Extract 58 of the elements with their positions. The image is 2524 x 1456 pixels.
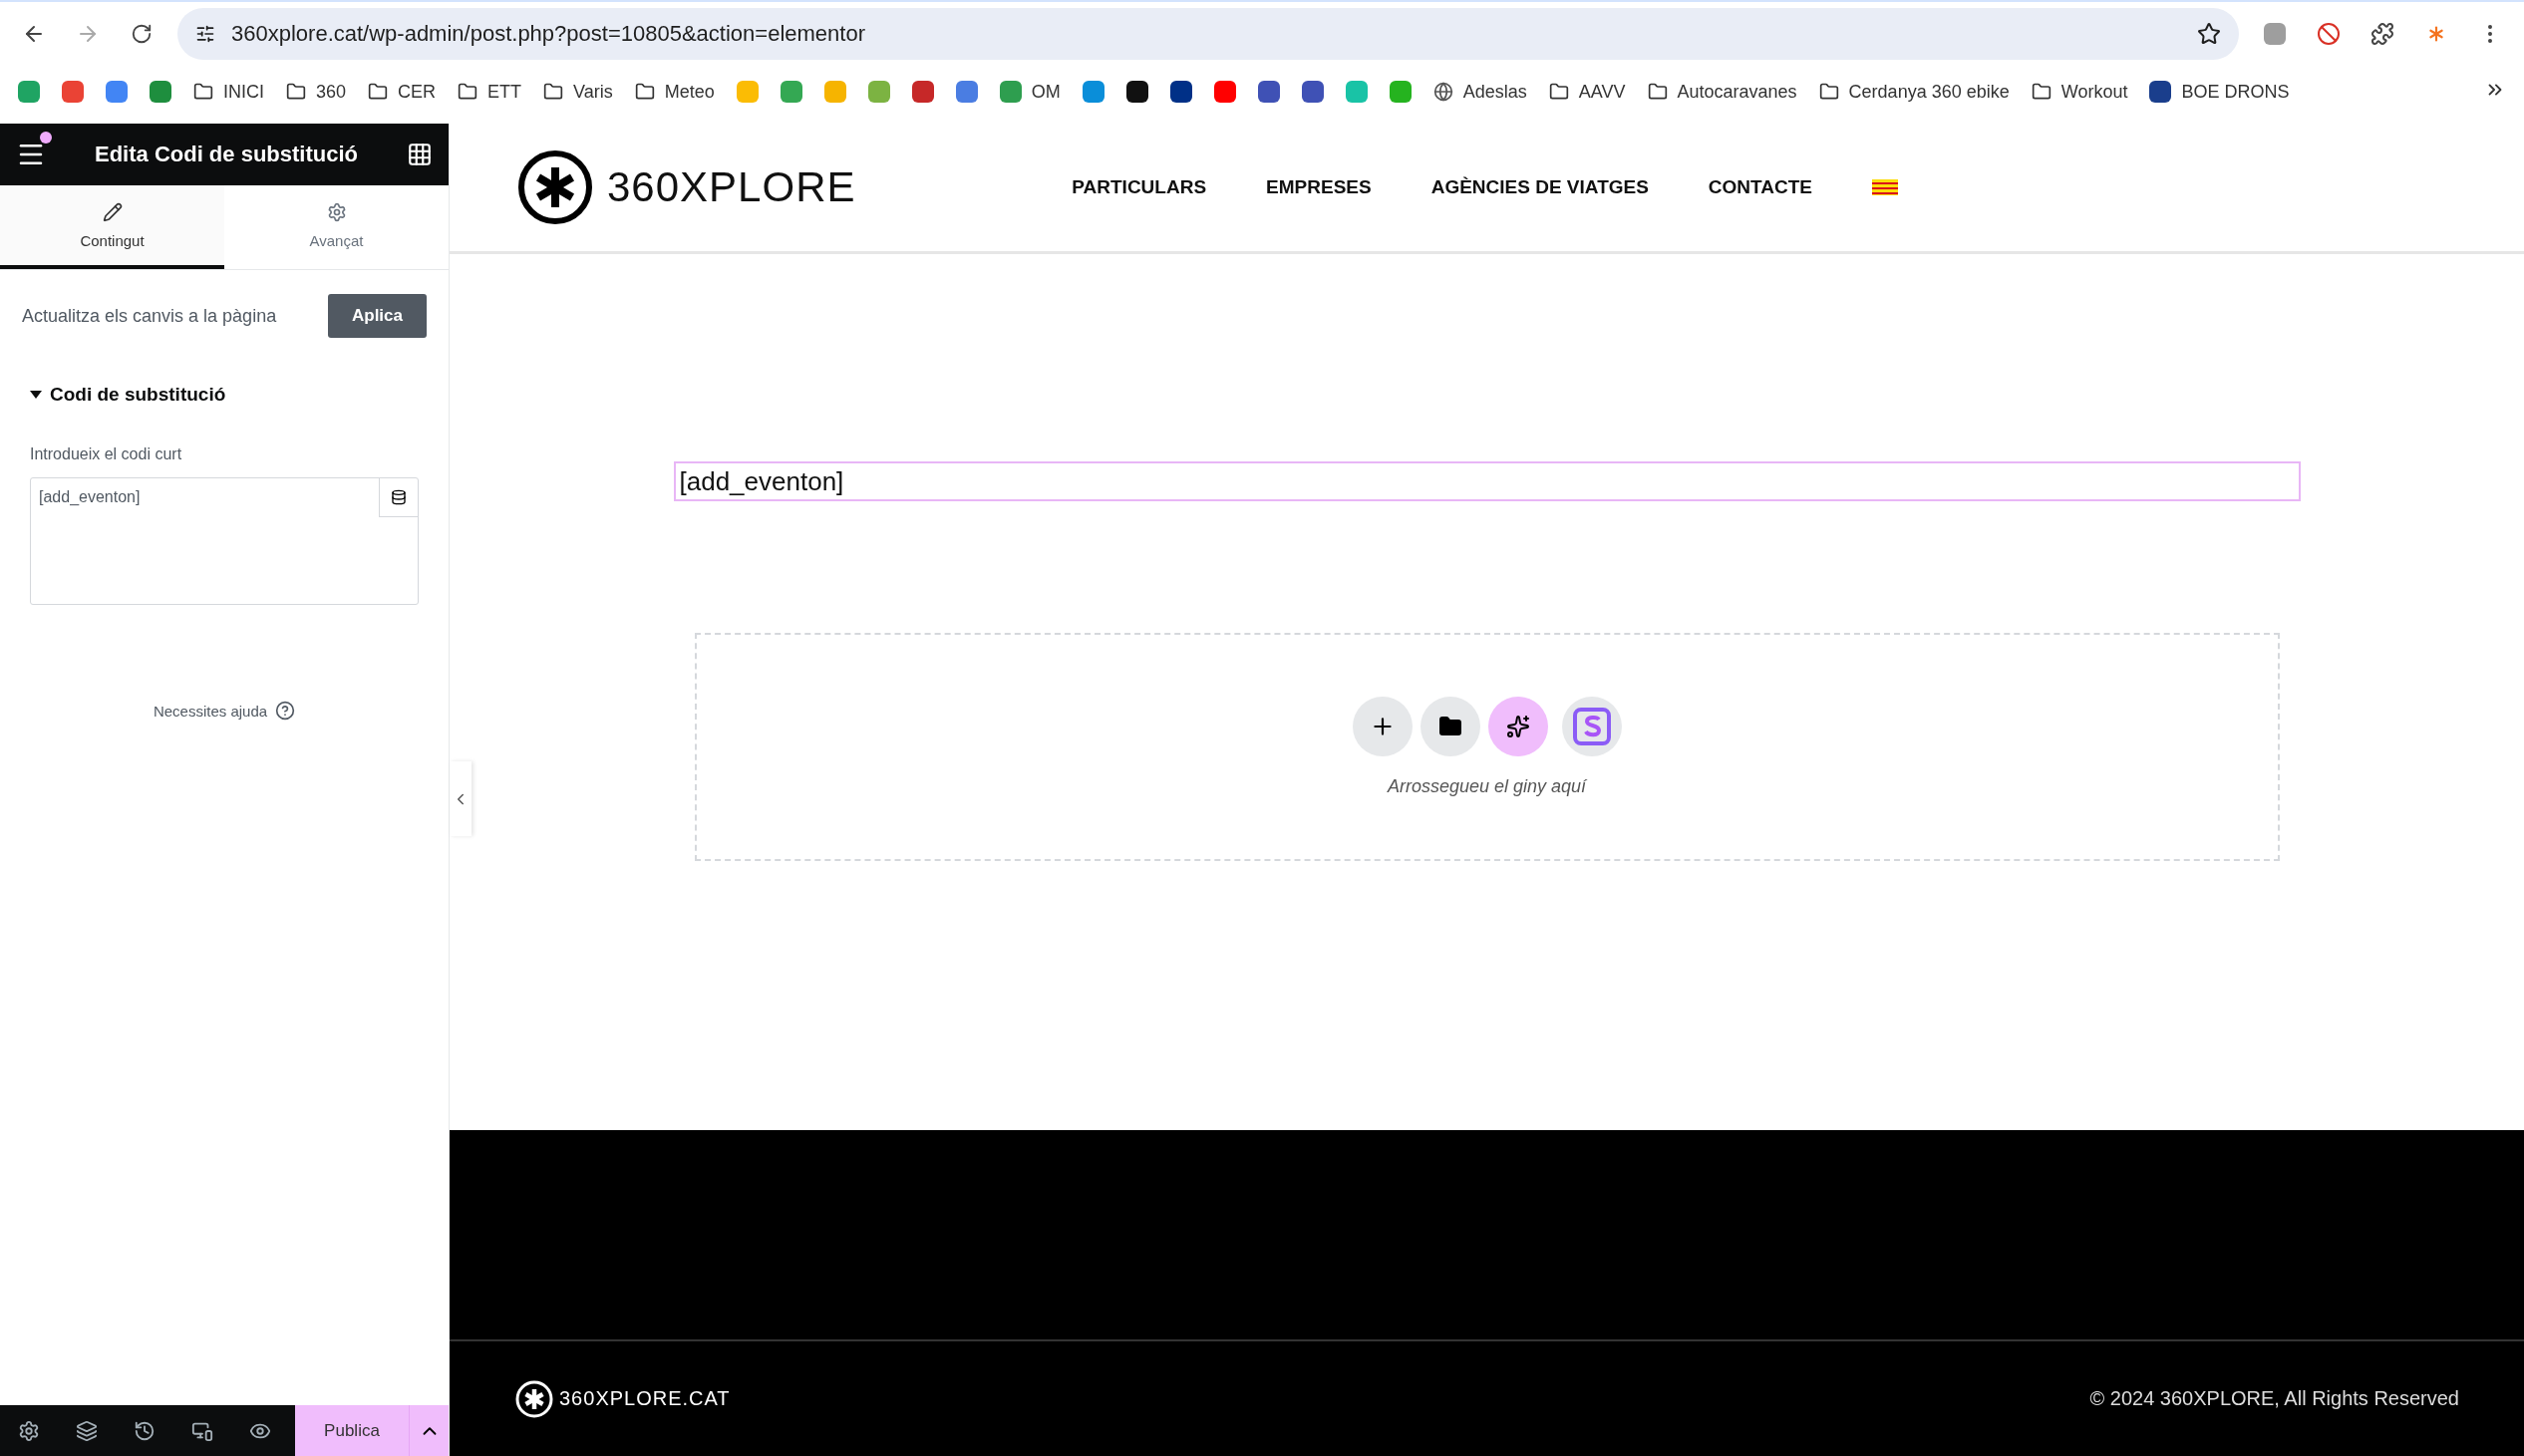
pencil-icon [102,201,123,222]
bookmark-link[interactable]: 360 [316,81,347,103]
grid-icon[interactable] [407,142,433,167]
shortcode-text: [add_eventon] [673,461,2301,501]
sparkles-icon [1505,715,1530,738]
folder-icon[interactable] [458,82,478,102]
bookmark-link[interactable]: Meteo [664,81,715,103]
app-icon[interactable] [1301,81,1324,103]
tab[interactable]: Contingut [0,185,224,269]
app-icon[interactable] [1257,81,1280,103]
app-icon[interactable] [2149,81,2172,103]
folder-icon[interactable] [286,82,306,102]
apply-button[interactable]: Aplica [327,294,427,338]
folder-icon[interactable] [1818,82,1839,102]
folder-icon[interactable] [634,82,655,102]
folder-icon[interactable] [543,82,564,102]
bookmark-link[interactable]: Autocaravanes [1677,81,1797,103]
gear-icon [326,201,347,222]
bookmark-link[interactable]: Workout [2060,81,2128,103]
panel-title: Edita Codi de substitució [95,142,358,167]
bookmark-link[interactable]: CER [398,81,437,103]
bookmark-link[interactable]: INICI [223,81,264,103]
caret-icon [30,391,42,399]
nav-link[interactable]: AGÈNCIES DE VIATGES [1430,176,1649,198]
publish-button[interactable]: Publica [295,1405,409,1456]
bookmark-link[interactable]: OM [1031,81,1061,103]
footer-logo[interactable]: 360XPLORE.CAT [515,1379,731,1418]
app-icon[interactable] [1125,81,1148,103]
bookmark-link[interactable]: BOE DRONS [2181,81,2290,103]
folder-icon [1437,715,1462,738]
globe-icon[interactable] [1432,82,1453,102]
section-header[interactable]: Codi de substitució [22,384,427,406]
collapse-handle[interactable] [450,761,472,836]
folder-icon[interactable] [368,82,389,102]
shortcode-field[interactable]: [add_eventon] [30,477,419,605]
bookmark-link[interactable]: Adeslas [1462,81,1527,103]
nav-link[interactable]: CONTACTE [1708,176,1812,198]
bookmark-link[interactable]: AAVV [1578,81,1626,103]
flag-icon[interactable] [1872,179,1898,195]
database-icon[interactable] [379,478,418,517]
help-link[interactable]: Necessites ajuda [153,702,268,720]
site-logo[interactable]: 360XPLORE [517,149,856,225]
folder-icon[interactable] [193,82,213,102]
nav-link[interactable]: PARTICULARS [1072,176,1207,198]
update-text: Actualitza els canvis a la pàgina [22,305,277,327]
copyright-text: © 2024 360XPLORE, All Rights Reserved [2089,1387,2459,1410]
nav-link[interactable]: EMPRESES [1266,176,1372,198]
field-label: Introdueix el codi curt [30,445,183,463]
folder-icon[interactable] [1548,82,1569,102]
bookmark-link[interactable]: Cerdanya 360 ebike [1848,81,2010,103]
bookmark-link[interactable]: Varis [573,81,613,103]
help-icon[interactable] [275,701,296,721]
bookmark-link[interactable]: ETT [487,81,522,103]
folder-icon[interactable] [1647,82,1668,102]
folder-icon[interactable] [2031,82,2051,102]
app-icon[interactable] [1169,81,1192,103]
address-bar[interactable]: 360xplore.cat/wp-admin/post.php?post=10805&action=elementor [177,8,2239,60]
drop-hint: Arrossegueu el giny aquí [1387,776,1587,797]
